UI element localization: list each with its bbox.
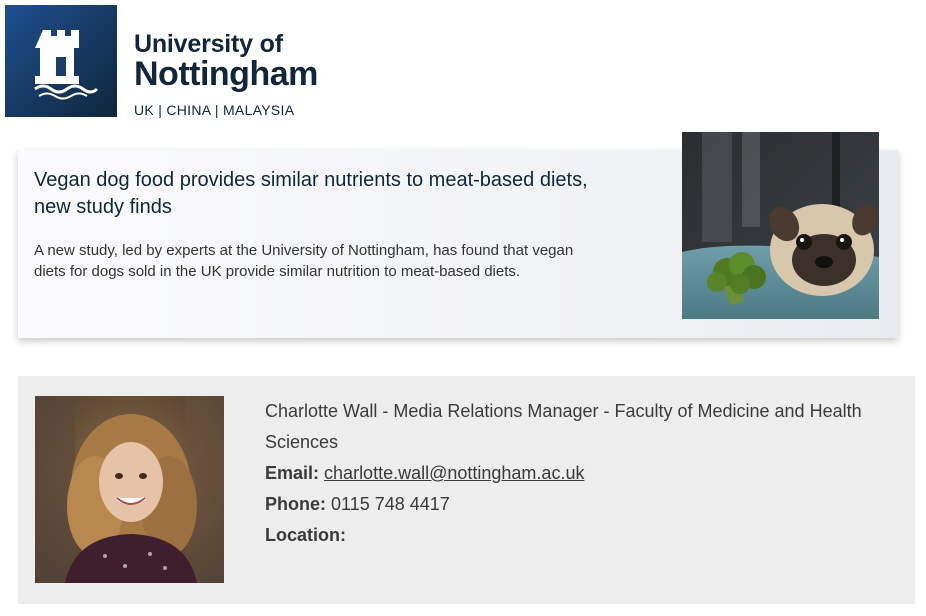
university-logo-crest[interactable]	[5, 5, 117, 117]
wordmark-line-university-of: University of	[134, 30, 283, 58]
location-label: Location:	[265, 525, 346, 545]
email-link[interactable]: charlotte.wall@nottingham.ac.uk	[324, 463, 584, 483]
contact-location-row: Location:	[265, 520, 905, 551]
news-title-link[interactable]: Vegan dog food provides similar nutrient…	[34, 167, 614, 221]
contact-details: Charlotte Wall - Media Relations Manager…	[265, 396, 905, 551]
wordmark-campuses: UK | CHINA | MALAYSIA	[134, 102, 295, 118]
portrait-photo-icon	[35, 396, 224, 583]
university-wordmark[interactable]: University of Nottingham UK | CHINA | MA…	[134, 31, 318, 120]
wordmark-line-nottingham: Nottingham	[134, 55, 318, 93]
castle-crest-icon	[34, 30, 99, 100]
phone-label: Phone:	[265, 494, 326, 514]
contact-portrait	[35, 396, 224, 583]
phone-value: 0115 748 4417	[331, 494, 450, 514]
contact-phone-row: Phone: 0115 748 4417	[265, 489, 905, 520]
pug-photo-icon	[682, 132, 879, 319]
news-photo-pug-with-broccoli[interactable]	[682, 132, 879, 319]
contact-name-role: Charlotte Wall - Media Relations Manager…	[265, 401, 862, 452]
contact-email-row: Email: charlotte.wall@nottingham.ac.uk	[265, 458, 905, 489]
email-label: Email:	[265, 463, 320, 483]
news-summary: A new study, led by experts at the Unive…	[34, 242, 574, 280]
